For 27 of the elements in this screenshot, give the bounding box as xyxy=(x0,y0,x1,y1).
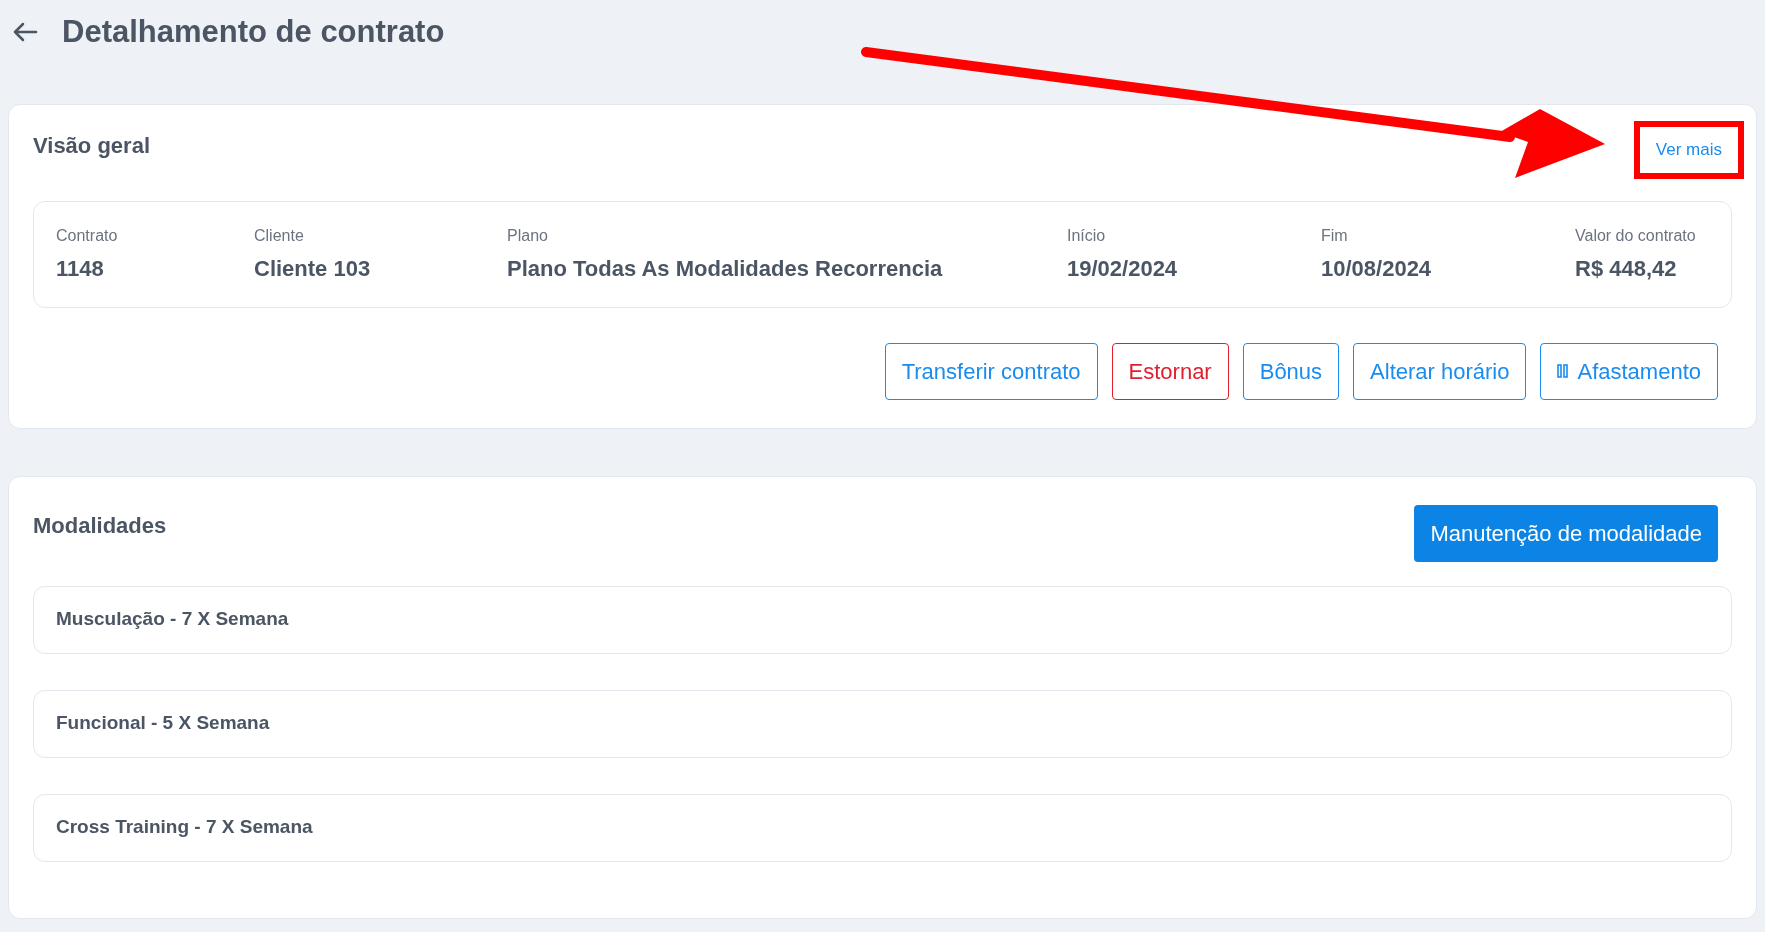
field-value: R$ 448,42 xyxy=(1575,254,1678,283)
field-label: Valor do contrato xyxy=(1575,225,1697,246)
modality-row[interactable]: Cross Training - 7 X Semana xyxy=(33,793,1732,862)
field-label: Plano xyxy=(507,225,549,246)
field-value: 1148 xyxy=(56,254,105,283)
field-value: Cliente 103 xyxy=(254,254,372,283)
field-value: Plano Todas As Modalidades Recorrencia xyxy=(507,254,944,283)
field-label: Início xyxy=(1067,225,1107,246)
modality-maintenance-button[interactable]: Manutenção de modalidade xyxy=(1414,504,1718,562)
action-button[interactable]: Alterar horário xyxy=(1353,342,1527,400)
action-button[interactable]: Transferir contrato xyxy=(884,342,1098,400)
section-title: Modalidades xyxy=(33,511,167,540)
page-title: Detalhamento de contrato xyxy=(62,12,445,51)
see-more-link[interactable]: Ver mais xyxy=(1655,140,1722,159)
reverse-button[interactable]: Estornar xyxy=(1111,342,1229,400)
pause-icon xyxy=(1557,364,1570,378)
back-arrow-icon[interactable] xyxy=(12,21,38,43)
action-button[interactable]: Bônus xyxy=(1242,342,1340,400)
modality-row[interactable]: Musculação - 7 X Semana xyxy=(33,585,1732,654)
action-button[interactable]: Afastamento xyxy=(1540,342,1718,400)
modality-row[interactable]: Funcional - 5 X Semana xyxy=(33,689,1732,758)
field-value: 19/02/2024 xyxy=(1067,254,1179,283)
field-label: Cliente xyxy=(254,225,305,246)
field-value: 10/08/2024 xyxy=(1321,254,1433,283)
field-label: Fim xyxy=(1321,225,1349,246)
field-label: Contrato xyxy=(56,225,119,246)
section-title: Visão geral xyxy=(33,132,150,160)
